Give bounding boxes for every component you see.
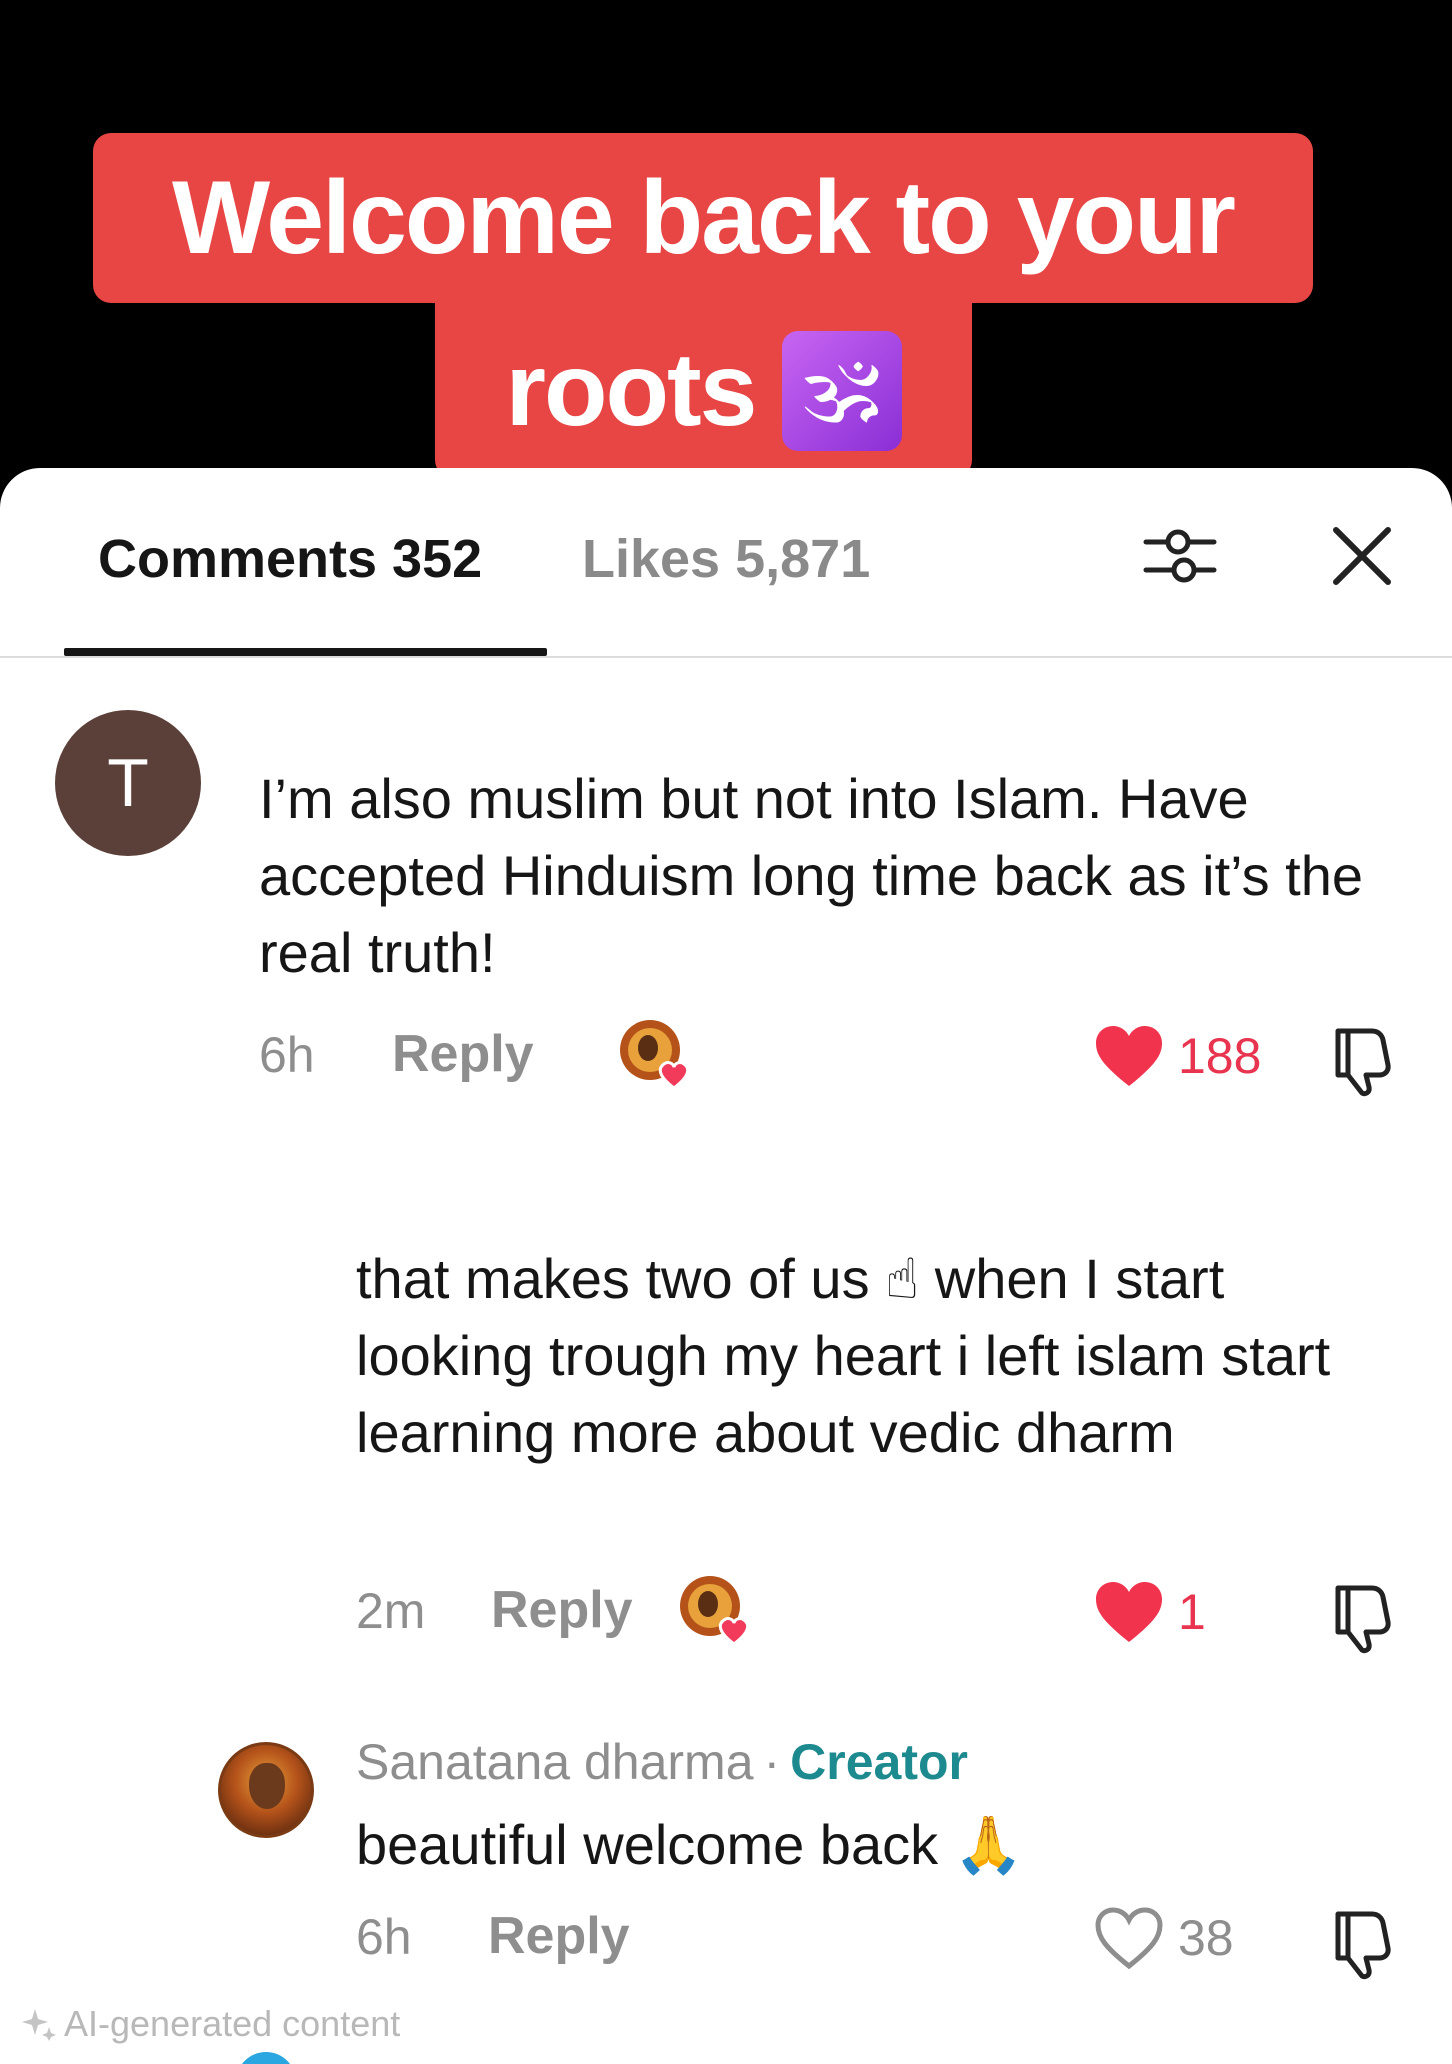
ai-generated-label: AI-generated content bbox=[22, 2003, 400, 2045]
comment-text: I’m also muslim but not into Islam. Have… bbox=[259, 767, 1363, 984]
reply-comment-text: that makes two of us ☝ when I start look… bbox=[356, 1247, 1331, 1464]
comment-author[interactable]: Sanatana dharma · Creator bbox=[356, 1733, 968, 1791]
like-count: 38 bbox=[1178, 1910, 1234, 1966]
comment-time: 2m bbox=[356, 1583, 426, 1639]
comments-sheet: Comments 352 Likes 5,871 T I’m also musl… bbox=[0, 468, 1452, 2064]
heart-icon bbox=[1096, 1582, 1162, 1642]
thumbs-down-icon[interactable] bbox=[1326, 1904, 1402, 1980]
comment-time: 6h bbox=[356, 1909, 412, 1965]
thumbs-down-icon[interactable] bbox=[1326, 1021, 1402, 1097]
creator-liked-icon bbox=[680, 1576, 750, 1646]
reply-button[interactable]: Reply bbox=[488, 1906, 630, 1966]
ai-label-text: AI-generated content bbox=[64, 2003, 401, 2044]
caption-text-1: Welcome back to your bbox=[172, 159, 1236, 276]
tab-comments[interactable]: Comments 352 bbox=[98, 528, 482, 590]
avatar-face bbox=[249, 1763, 285, 1809]
creator-liked-icon bbox=[620, 1020, 690, 1090]
comment-time: 6h bbox=[259, 1027, 315, 1083]
author-name: Sanatana dharma bbox=[356, 1734, 754, 1790]
like-button[interactable]: 38 bbox=[1094, 1906, 1234, 1970]
bottom-indicator bbox=[236, 2052, 296, 2064]
tab-likes[interactable]: Likes 5,871 bbox=[582, 528, 870, 590]
avatar[interactable]: T bbox=[55, 710, 201, 856]
tabs-bar: Comments 352 Likes 5,871 bbox=[0, 468, 1452, 658]
creator-badge: Creator bbox=[790, 1734, 969, 1790]
heart-outline-icon bbox=[1095, 1907, 1163, 1970]
active-tab-indicator bbox=[64, 648, 547, 656]
reply-button[interactable]: Reply bbox=[392, 1024, 534, 1084]
reply-button[interactable]: Reply bbox=[491, 1580, 633, 1640]
author-separator: · bbox=[763, 1734, 781, 1790]
creator-comment-text: beautiful welcome back 🙏 bbox=[356, 1813, 1024, 1876]
avatar-letter: T bbox=[107, 745, 149, 821]
sparkle-icon bbox=[22, 2009, 56, 2041]
like-count: 188 bbox=[1178, 1028, 1262, 1084]
om-emoji-icon: 🕉 bbox=[781, 330, 902, 451]
like-count: 1 bbox=[1178, 1584, 1206, 1640]
like-button[interactable]: 188 bbox=[1094, 1024, 1261, 1088]
caption-text-2: roots bbox=[505, 332, 758, 448]
video-caption-line-1: Welcome back to your bbox=[93, 133, 1313, 303]
video-caption-line-2: roots 🕉 bbox=[435, 303, 972, 478]
close-icon[interactable] bbox=[1322, 516, 1402, 596]
like-button[interactable]: 1 bbox=[1094, 1580, 1206, 1644]
heart-icon bbox=[1096, 1026, 1162, 1086]
thumbs-down-icon[interactable] bbox=[1326, 1578, 1402, 1654]
filter-sliders-icon[interactable] bbox=[1140, 516, 1220, 596]
creator-avatar[interactable] bbox=[218, 1742, 314, 1838]
